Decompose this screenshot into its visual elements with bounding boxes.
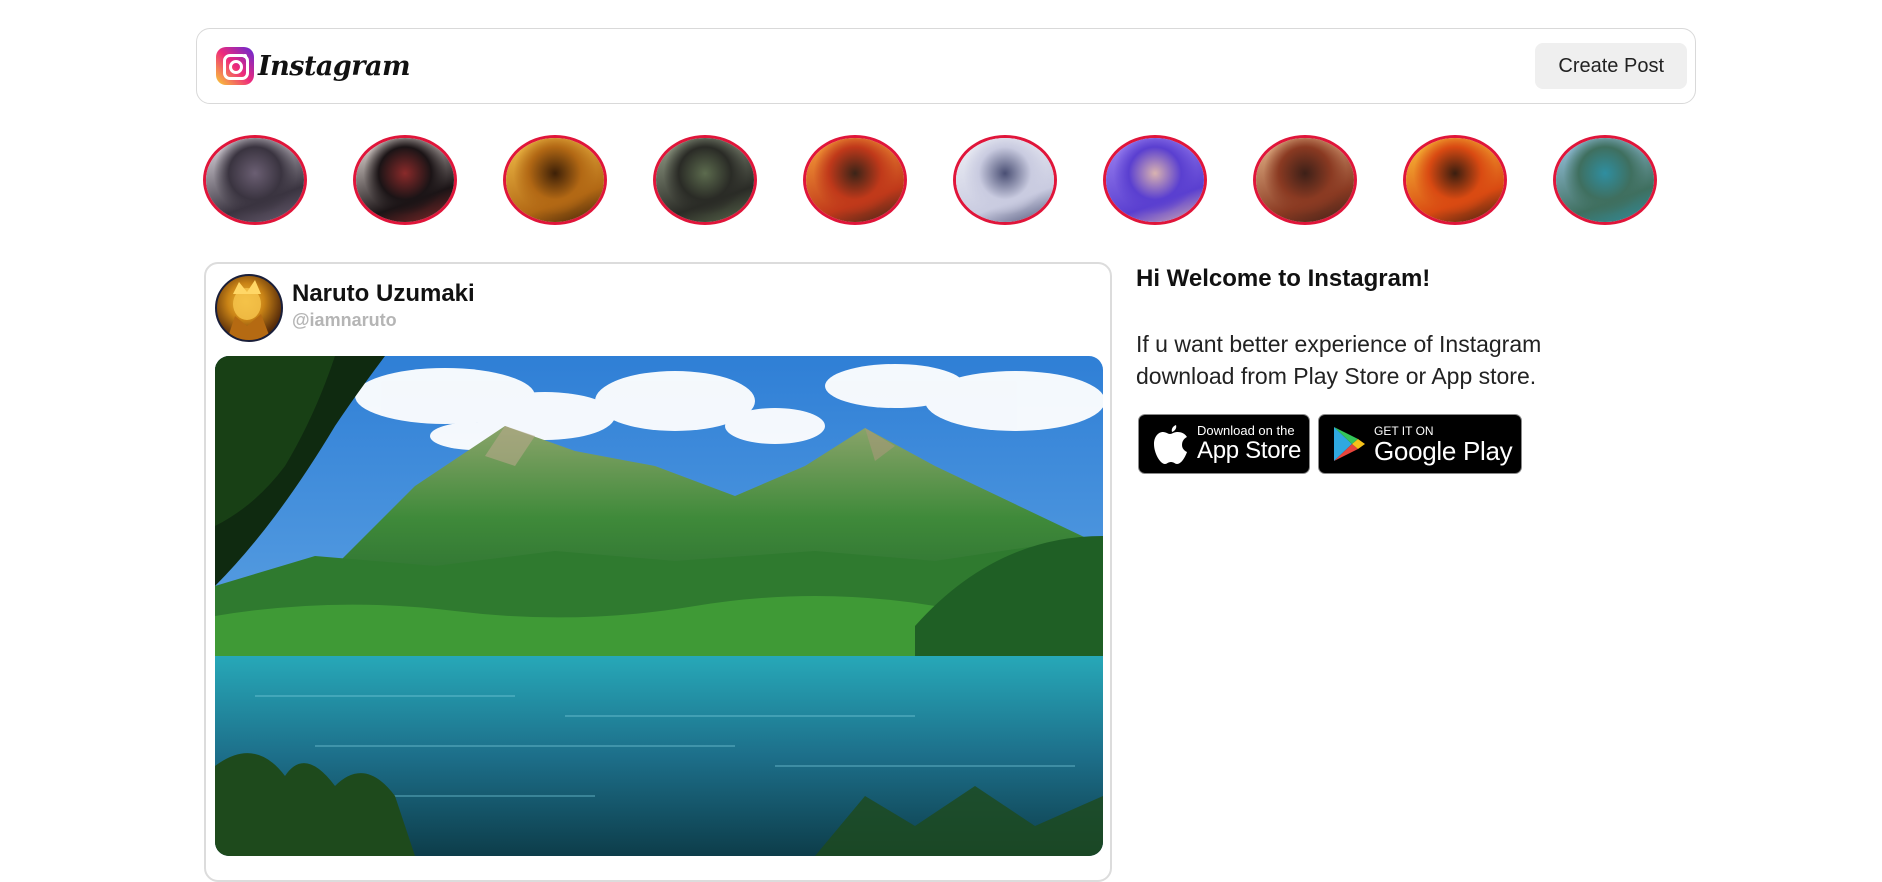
story-lake[interactable] [1553, 135, 1657, 225]
story-itachi[interactable] [353, 135, 457, 225]
google-play-icon [1334, 427, 1365, 461]
post-author-name[interactable]: Naruto Uzumaki [292, 280, 475, 308]
story-selfie[interactable] [1103, 135, 1207, 225]
story-lake-image [1556, 138, 1654, 222]
post-author-handle[interactable]: @iamnaruto [292, 310, 397, 331]
top-navbar: Instagram Create Post [196, 28, 1696, 104]
create-post-button[interactable]: Create Post [1535, 43, 1687, 89]
story-itachi-image [356, 138, 454, 222]
story-sasuke[interactable] [203, 135, 307, 225]
story-sasuke-image [206, 138, 304, 222]
story-anime-girl[interactable] [953, 135, 1057, 225]
stories-bar [203, 135, 1657, 225]
story-man[interactable] [653, 135, 757, 225]
post-author-avatar[interactable] [215, 274, 283, 342]
story-fireplace[interactable] [1403, 135, 1507, 225]
app-store-badge[interactable]: Download on the App Store [1138, 414, 1310, 474]
story-naruto[interactable] [503, 135, 607, 225]
app-store-big-text: App Store [1197, 437, 1302, 464]
welcome-heading: Hi Welcome to Instagram! [1136, 265, 1431, 292]
story-naruto-image [506, 138, 604, 222]
story-selfie-image [1106, 138, 1204, 222]
brand[interactable]: Instagram [216, 47, 411, 85]
post-image[interactable] [215, 356, 1103, 856]
instagram-logo-icon [216, 47, 254, 85]
google-play-badge[interactable]: GET IT ON Google Play [1318, 414, 1522, 474]
post-card: Naruto Uzumaki @iamnaruto [204, 262, 1112, 882]
story-art-girl-image [1256, 138, 1354, 222]
google-play-big-text: Google Play [1374, 436, 1513, 466]
story-fireplace-image [1406, 138, 1504, 222]
brand-name: Instagram [258, 50, 411, 82]
story-art-girl[interactable] [1253, 135, 1357, 225]
story-anime-girl-image [956, 138, 1054, 222]
story-pizza[interactable] [803, 135, 907, 225]
story-man-image [656, 138, 754, 222]
apple-icon [1154, 425, 1187, 464]
app-store-small-text: Download on the [1197, 423, 1295, 438]
app-badges: Download on the App Store GET IT ON Goog… [1138, 414, 1522, 474]
download-info-text: If u want better experience of Instagram… [1136, 331, 1542, 389]
story-pizza-image [806, 138, 904, 222]
